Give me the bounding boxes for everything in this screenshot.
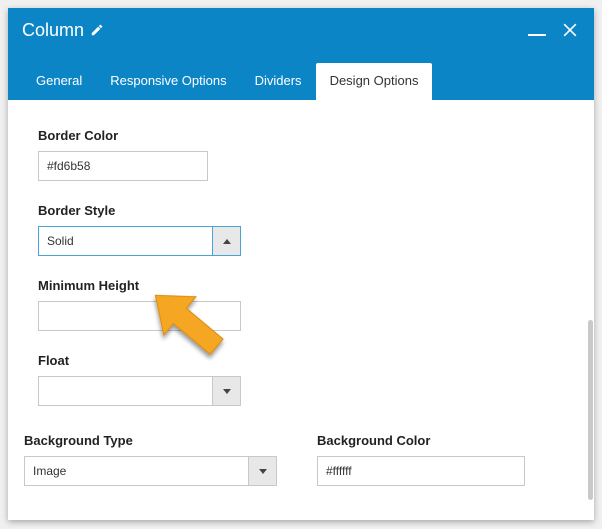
column-settings-dialog: Column General Responsive Options Divide… [8, 8, 594, 520]
float-label: Float [38, 353, 564, 368]
minimum-height-input[interactable] [38, 301, 241, 331]
background-type-select[interactable]: Image [24, 456, 277, 486]
float-select[interactable] [38, 376, 241, 406]
tab-general[interactable]: General [22, 63, 96, 100]
tab-responsive-options[interactable]: Responsive Options [96, 63, 240, 100]
tab-dividers[interactable]: Dividers [241, 63, 316, 100]
float-field: Float [38, 353, 564, 411]
minimum-height-field: Minimum Height [38, 278, 564, 331]
background-color-input[interactable] [317, 456, 525, 486]
scrollbar-thumb[interactable] [588, 320, 593, 500]
background-color-field: Background Color [317, 433, 525, 486]
border-color-input[interactable] [38, 151, 208, 181]
pencil-icon[interactable] [90, 23, 104, 37]
background-color-label: Background Color [317, 433, 525, 448]
border-style-field: Border Style Solid [38, 203, 564, 256]
background-type-value: Image [24, 456, 249, 486]
dialog-header: Column [8, 8, 594, 52]
dialog-title: Column [22, 20, 84, 41]
background-type-dropdown-button[interactable] [249, 456, 277, 486]
chevron-up-icon [223, 239, 231, 244]
minimum-height-input-wrap [38, 301, 241, 331]
float-dropdown-button[interactable] [213, 376, 241, 406]
minimize-button[interactable] [528, 34, 546, 36]
float-value [38, 376, 213, 406]
background-row: Background Type Image Background Color [24, 433, 564, 486]
border-style-select[interactable]: Solid [38, 226, 241, 256]
tab-bar: General Responsive Options Dividers Desi… [8, 52, 594, 100]
border-style-value: Solid [38, 226, 213, 256]
design-options-panel: Border Color Border Style Solid [8, 100, 594, 520]
chevron-down-icon [259, 469, 267, 474]
border-color-field: Border Color [38, 128, 564, 181]
tab-design-options[interactable]: Design Options [316, 63, 433, 100]
minimum-height-label: Minimum Height [38, 278, 564, 293]
border-style-label: Border Style [38, 203, 564, 218]
chevron-down-icon [223, 389, 231, 394]
background-type-field: Background Type Image [24, 433, 277, 486]
background-type-label: Background Type [24, 433, 277, 448]
close-button[interactable] [560, 20, 580, 40]
border-color-label: Border Color [38, 128, 564, 143]
border-style-dropdown-button[interactable] [213, 226, 241, 256]
